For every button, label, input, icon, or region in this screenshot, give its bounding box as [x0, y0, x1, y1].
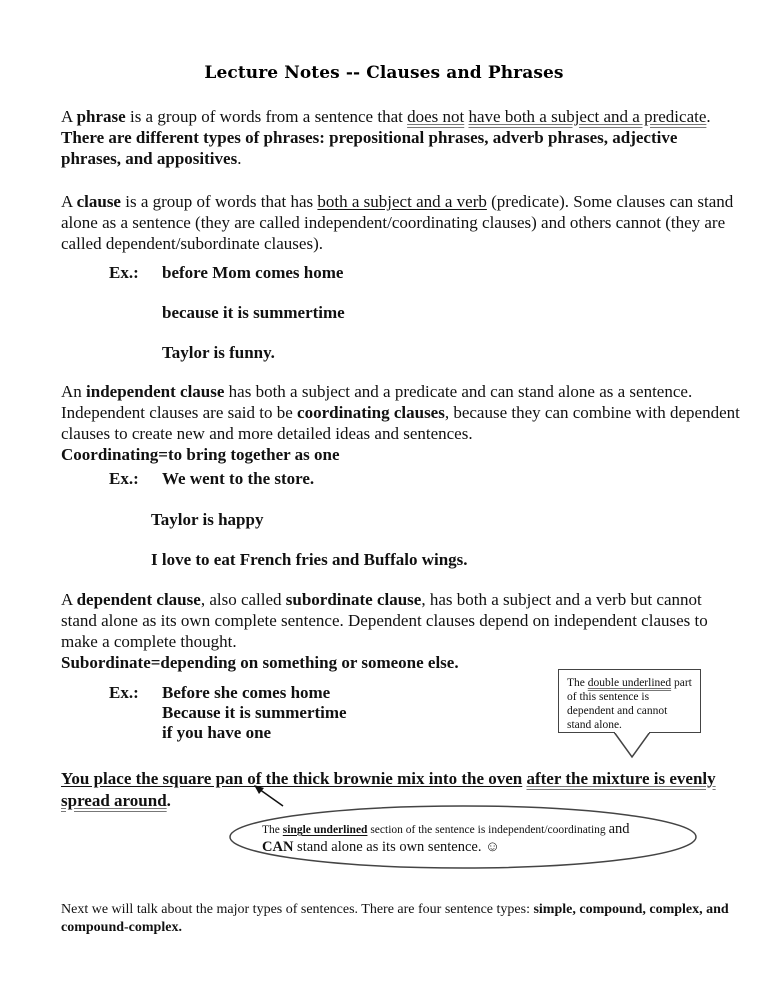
text: section of the sentence is independent/c… [367, 824, 609, 836]
smiley-icon: ☺ [485, 839, 500, 855]
text: The [262, 824, 283, 836]
single-underlined-label: single underlined [282, 824, 368, 836]
closing-paragraph: Next we will talk about the major types … [61, 901, 751, 937]
pointer-joint [615, 731, 649, 733]
callout-pointer [612, 731, 652, 759]
example-sentence: You place the square pan of the thick br… [61, 768, 751, 812]
independent-clause-underlined: You place the square pan of the thick br… [61, 769, 523, 788]
text: Next we will talk about the major types … [61, 902, 534, 917]
ellipse-callout-text: The single underlined section of the sen… [262, 821, 682, 857]
text: and [608, 821, 630, 837]
emphasis-can: CAN [262, 839, 294, 855]
double-underlined-text: double underlined [587, 677, 672, 689]
text: The [567, 677, 588, 689]
text: stand alone as its own sentence. [293, 839, 486, 855]
callout-box: The double underlined part of this sente… [558, 669, 701, 733]
text: . [166, 791, 171, 810]
